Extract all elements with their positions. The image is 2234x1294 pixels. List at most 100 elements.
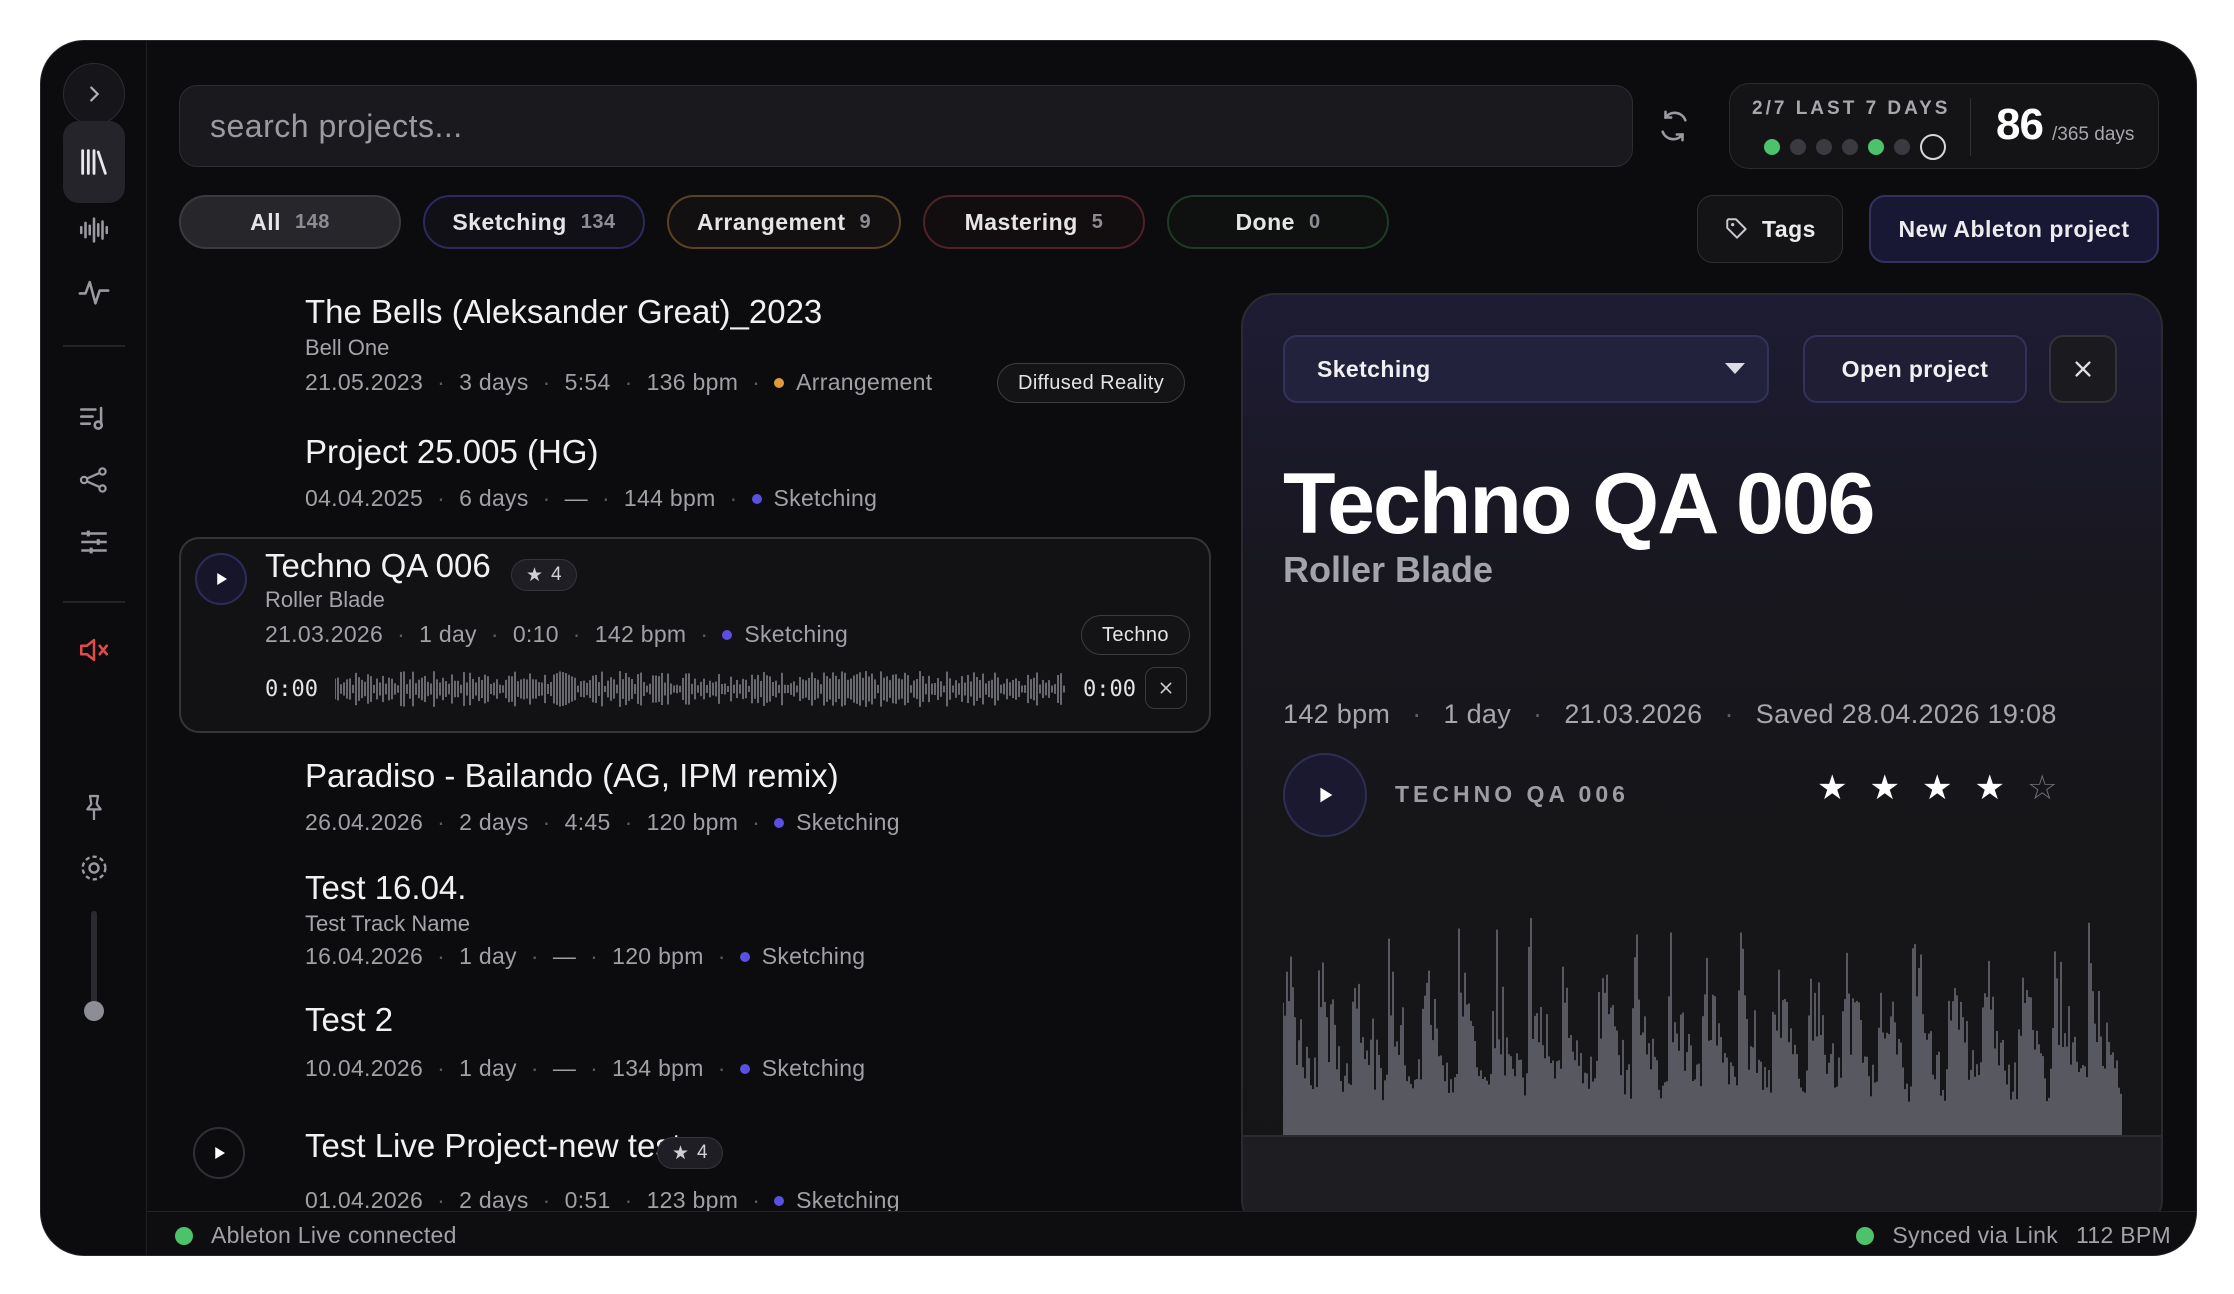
- mixer-nav-button[interactable]: [63, 511, 125, 573]
- project-meta: 21.03.2026 · 1 day · 0:10 · 142 bpm · Sketch…: [265, 621, 849, 647]
- filter-all[interactable]: All 148: [179, 195, 401, 249]
- refresh-button[interactable]: [1653, 105, 1695, 147]
- filter-sketching[interactable]: Sketching 134: [423, 195, 645, 249]
- status-dot: [774, 377, 785, 388]
- project-bpm: 120 bpm: [646, 809, 739, 835]
- project-meta: 16.04.2026 · 1 day · — · 120 bpm · Sketching: [305, 943, 866, 969]
- filter-mastering[interactable]: Mastering 5: [923, 195, 1145, 249]
- open-project-label: Open project: [1841, 355, 1989, 382]
- project-status: Sketching: [773, 485, 878, 511]
- project-meta: 10.04.2026 · 1 day · — · 134 bpm · Sketching: [305, 1055, 866, 1081]
- project-date: 10.04.2026: [305, 1055, 424, 1081]
- streak-divider: [1970, 98, 1971, 156]
- project-row[interactable]: Test 16.04. Test Track Name 16.04.2026 · …: [179, 869, 1211, 979]
- detail-waveform[interactable]: [1283, 895, 2123, 1135]
- star-icon[interactable]: ★: [1974, 771, 2004, 805]
- mini-waveform[interactable]: [335, 669, 1065, 709]
- project-row[interactable]: Paradiso - Bailando (AG, IPM remix) 26.0…: [179, 757, 1211, 857]
- project-status: Sketching: [796, 809, 900, 835]
- project-row[interactable]: Test Live Project-new test ★ 4 01.04.202…: [179, 1113, 1211, 1211]
- new-ableton-project-button[interactable]: New Ableton project: [1869, 195, 2159, 263]
- search-input[interactable]: search projects...: [179, 85, 1633, 167]
- project-title: The Bells (Aleksander Great)_2023: [305, 293, 823, 330]
- detail-title: Techno QA 006: [1283, 456, 1875, 552]
- library-nav-button[interactable]: [63, 121, 125, 203]
- play-icon: [1320, 787, 1333, 803]
- search-placeholder: search projects...: [210, 107, 463, 144]
- star-icon[interactable]: ☆: [2027, 771, 2057, 805]
- detail-bpm: 142 bpm: [1283, 699, 1391, 729]
- filter-count: 0: [1308, 210, 1321, 233]
- project-row[interactable]: Test 2 10.04.2026 · 1 day · — · 134 bpm · Sk…: [179, 1001, 1211, 1101]
- project-status: Arrangement: [796, 369, 933, 395]
- project-row-selected[interactable]: Techno QA 006 ★ 4 Roller Blade 21.03.202…: [179, 537, 1211, 733]
- project-duration: 0:51: [564, 1187, 611, 1211]
- streak-day-dot: [1894, 139, 1910, 155]
- playback-time-total: 0:00: [1083, 677, 1136, 702]
- project-age: 3 days: [459, 369, 529, 395]
- app-window: search projects... 2/7 LAST 7 DAYS 86 /3…: [40, 40, 2197, 1256]
- project-age: 2 days: [459, 809, 529, 835]
- filter-label: Done: [1235, 208, 1295, 235]
- caret-down-icon: [1725, 363, 1745, 374]
- pin-button[interactable]: [63, 777, 125, 839]
- detail-saved: Saved 28.04.2026 19:08: [1755, 699, 2057, 729]
- routing-nav-button[interactable]: [63, 449, 125, 511]
- filter-count: 134: [580, 210, 616, 233]
- project-meta: 21.05.2023 · 3 days · 5:54 · 136 bpm · Arran…: [305, 369, 933, 395]
- samples-nav-button[interactable]: [63, 199, 125, 261]
- connection-status-text: Ableton Live connected: [211, 1222, 457, 1248]
- close-panel-button[interactable]: [2049, 335, 2117, 403]
- filter-count: 148: [295, 210, 330, 233]
- player-track-label: TECHNO QA 006: [1395, 781, 1629, 807]
- project-row[interactable]: The Bells (Aleksander Great)_2023 Bell O…: [179, 293, 1211, 413]
- sliders-icon: [81, 530, 107, 554]
- star-icon[interactable]: ★: [1817, 771, 1847, 805]
- status-dropdown[interactable]: Sketching: [1283, 335, 1769, 403]
- detail-date: 21.03.2026: [1564, 699, 1703, 729]
- sidebar: [41, 41, 147, 1255]
- project-age: 1 day: [459, 943, 517, 969]
- filter-done[interactable]: Done 0: [1167, 195, 1389, 249]
- project-bpm: 134 bpm: [612, 1055, 704, 1081]
- project-tag[interactable]: Diffused Reality: [997, 363, 1186, 403]
- star-icon: ★: [672, 1142, 690, 1164]
- project-artist: Roller Blade: [265, 587, 385, 612]
- new-project-label: New Ableton project: [1898, 215, 2130, 242]
- nodes-icon: [79, 467, 107, 493]
- play-button[interactable]: [193, 1127, 245, 1179]
- volume-slider-handle[interactable]: [84, 1001, 104, 1021]
- stop-preview-button[interactable]: [1145, 667, 1187, 709]
- project-title: Techno QA 006: [265, 547, 491, 584]
- project-tag[interactable]: Techno: [1081, 615, 1190, 655]
- project-meta: 04.04.2025 · 6 days · — · 144 bpm · Sketchin…: [305, 485, 878, 511]
- open-project-button[interactable]: Open project: [1803, 335, 2027, 403]
- project-title: Paradiso - Bailando (AG, IPM remix): [305, 757, 839, 794]
- play-button[interactable]: [195, 553, 247, 605]
- project-row[interactable]: Project 25.005 (HG) 04.04.2025 · 6 days · …: [179, 433, 1211, 533]
- star-icon[interactable]: ★: [1922, 771, 1952, 805]
- project-date: 16.04.2026: [305, 943, 424, 969]
- project-duration: —: [552, 1055, 577, 1081]
- settings-button[interactable]: [63, 837, 125, 899]
- streak-day-dot: [1842, 139, 1858, 155]
- streak-day-dot: [1816, 139, 1832, 155]
- tags-button[interactable]: Tags: [1697, 195, 1843, 263]
- pin-icon: [86, 794, 102, 820]
- streak-widget: 2/7 LAST 7 DAYS 86 /365 days: [1729, 83, 2159, 169]
- expand-sidebar-button[interactable]: [63, 63, 125, 125]
- volume-slider-track[interactable]: [91, 911, 97, 1011]
- filter-count: 5: [1091, 210, 1104, 233]
- project-meta: 01.04.2026 · 2 days · 0:51 · 123 bpm · Sketc…: [305, 1187, 900, 1211]
- activity-nav-button[interactable]: [63, 261, 125, 323]
- project-duration: 4:45: [564, 809, 611, 835]
- waveform-icon: [79, 217, 109, 243]
- rating-stars[interactable]: ★ ★ ★ ★ ☆: [1817, 771, 2057, 805]
- filter-arrangement[interactable]: Arrangement 9: [667, 195, 901, 249]
- star-icon[interactable]: ★: [1869, 771, 1899, 805]
- detail-play-button[interactable]: [1283, 753, 1367, 837]
- playlist-nav-button[interactable]: [63, 387, 125, 449]
- status-dot: [739, 1063, 750, 1074]
- mute-toggle-button[interactable]: [63, 619, 125, 681]
- detail-artist: Roller Blade: [1283, 549, 1494, 590]
